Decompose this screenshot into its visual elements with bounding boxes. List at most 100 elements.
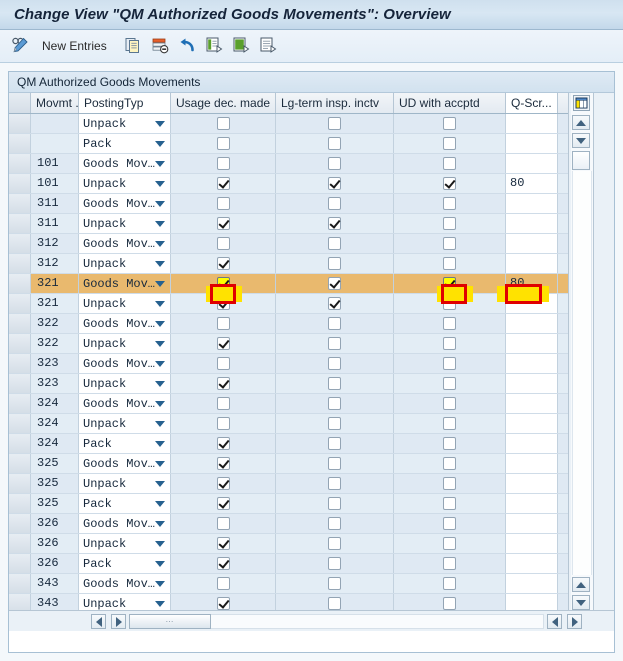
cell-ud-with-accepted-checkbox[interactable]	[394, 234, 506, 253]
checkbox[interactable]	[443, 577, 456, 590]
row-selector[interactable]	[9, 194, 31, 213]
table-row[interactable]: 322 Unpack	[9, 334, 614, 354]
checkbox[interactable]	[443, 477, 456, 490]
checkbox[interactable]	[443, 157, 456, 170]
cell-longterm-inspection-checkbox[interactable]	[276, 234, 394, 253]
cell-usage-decision-checkbox[interactable]	[171, 394, 276, 413]
checkbox[interactable]	[443, 137, 456, 150]
cell-usage-decision-checkbox[interactable]	[171, 354, 276, 373]
row-selector[interactable]	[9, 294, 31, 313]
cell-q-scrap-input[interactable]	[506, 154, 558, 173]
cell-longterm-inspection-checkbox[interactable]	[276, 394, 394, 413]
cell-posting-type-dropdown[interactable]: Goods Mov…	[79, 274, 171, 293]
cell-usage-decision-checkbox[interactable]	[171, 374, 276, 393]
cell-longterm-inspection-checkbox[interactable]	[276, 334, 394, 353]
cell-posting-type-dropdown[interactable]: Goods Mov…	[79, 574, 171, 593]
row-selector[interactable]	[9, 554, 31, 573]
cell-q-scrap-input[interactable]	[506, 354, 558, 373]
cell-posting-type-dropdown[interactable]: Unpack	[79, 114, 171, 133]
cell-longterm-inspection-checkbox[interactable]	[276, 274, 394, 293]
checkbox[interactable]	[328, 417, 341, 430]
cell-q-scrap-input[interactable]	[506, 234, 558, 253]
cell-ud-with-accepted-checkbox[interactable]	[394, 574, 506, 593]
table-row[interactable]: 323 Goods Mov…	[9, 354, 614, 374]
table-row[interactable]: 325 Unpack	[9, 474, 614, 494]
horizontal-scrollbar-thumb[interactable]: ⋯	[129, 614, 211, 629]
checkbox[interactable]	[216, 597, 230, 610]
checkbox[interactable]	[328, 237, 341, 250]
cell-movement-type[interactable]: 343	[31, 574, 79, 593]
cell-longterm-inspection-checkbox[interactable]	[276, 494, 394, 513]
checkbox[interactable]	[328, 357, 341, 370]
vertical-scrollbar-track[interactable]	[572, 171, 592, 575]
row-selector[interactable]	[9, 414, 31, 433]
table-row[interactable]: 101 Goods Mov…	[9, 154, 614, 174]
row-selector[interactable]	[9, 354, 31, 373]
cell-posting-type-dropdown[interactable]: Unpack	[79, 294, 171, 313]
table-row[interactable]: 312 Goods Mov…	[9, 234, 614, 254]
cell-usage-decision-checkbox[interactable]	[171, 334, 276, 353]
checkbox[interactable]	[216, 537, 230, 550]
checkbox[interactable]	[328, 317, 341, 330]
table-row[interactable]: 323 Unpack	[9, 374, 614, 394]
table-row[interactable]: 311 Goods Mov…	[9, 194, 614, 214]
checkbox[interactable]	[216, 357, 230, 370]
checkbox[interactable]	[328, 277, 341, 290]
checkbox[interactable]	[216, 397, 230, 410]
cell-movement-type[interactable]: 101	[31, 154, 79, 173]
row-selector[interactable]	[9, 514, 31, 533]
checkbox[interactable]	[443, 197, 456, 210]
checkbox[interactable]	[216, 457, 230, 470]
cell-longterm-inspection-checkbox[interactable]	[276, 194, 394, 213]
cell-posting-type-dropdown[interactable]: Pack	[79, 494, 171, 513]
checkbox[interactable]	[443, 377, 456, 390]
cell-movement-type[interactable]: 311	[31, 194, 79, 213]
cell-q-scrap-input[interactable]	[506, 454, 558, 473]
cell-ud-with-accepted-checkbox[interactable]	[394, 514, 506, 533]
chevron-down-icon[interactable]	[155, 461, 165, 467]
table-row[interactable]: 326 Pack	[9, 554, 614, 574]
cell-posting-type-dropdown[interactable]: Goods Mov…	[79, 514, 171, 533]
cell-longterm-inspection-checkbox[interactable]	[276, 134, 394, 153]
chevron-down-icon[interactable]	[155, 201, 165, 207]
row-selector[interactable]	[9, 474, 31, 493]
checkbox[interactable]	[216, 317, 230, 330]
cell-ud-with-accepted-checkbox[interactable]	[394, 554, 506, 573]
cell-movement-type[interactable]	[31, 114, 79, 133]
checkbox[interactable]	[216, 177, 230, 190]
checkbox[interactable]	[328, 397, 341, 410]
checkbox[interactable]	[328, 457, 341, 470]
cell-ud-with-accepted-checkbox[interactable]	[394, 494, 506, 513]
cell-posting-type-dropdown[interactable]: Pack	[79, 554, 171, 573]
row-selector[interactable]	[9, 114, 31, 133]
cell-movement-type[interactable]: 322	[31, 314, 79, 333]
cell-movement-type[interactable]: 324	[31, 414, 79, 433]
cell-ud-with-accepted-checkbox[interactable]	[394, 154, 506, 173]
cell-usage-decision-checkbox[interactable]	[171, 574, 276, 593]
checkbox[interactable]	[328, 177, 341, 190]
delete-row-button[interactable]	[148, 34, 172, 58]
chevron-down-icon[interactable]	[155, 441, 165, 447]
scroll-up-button[interactable]	[572, 115, 590, 130]
checkbox[interactable]	[443, 537, 456, 550]
row-selector[interactable]	[9, 454, 31, 473]
cell-longterm-inspection-checkbox[interactable]	[276, 434, 394, 453]
row-selector[interactable]	[9, 154, 31, 173]
hscroll-far-right-button[interactable]	[567, 614, 582, 629]
cell-longterm-inspection-checkbox[interactable]	[276, 354, 394, 373]
checkbox[interactable]	[328, 337, 341, 350]
cell-posting-type-dropdown[interactable]: Unpack	[79, 474, 171, 493]
cell-longterm-inspection-checkbox[interactable]	[276, 174, 394, 193]
cell-ud-with-accepted-checkbox[interactable]	[394, 114, 506, 133]
table-row[interactable]: 322 Goods Mov…	[9, 314, 614, 334]
table-row[interactable]: 324 Goods Mov…	[9, 394, 614, 414]
cell-ud-with-accepted-checkbox[interactable]	[394, 434, 506, 453]
checkbox[interactable]	[443, 177, 456, 190]
checkbox[interactable]	[216, 157, 230, 170]
checkbox[interactable]	[216, 377, 230, 390]
cell-posting-type-dropdown[interactable]: Unpack	[79, 254, 171, 273]
checkbox[interactable]	[216, 437, 230, 450]
cell-q-scrap-input[interactable]	[506, 474, 558, 493]
copy-as-button[interactable]	[121, 34, 145, 58]
row-selector[interactable]	[9, 214, 31, 233]
